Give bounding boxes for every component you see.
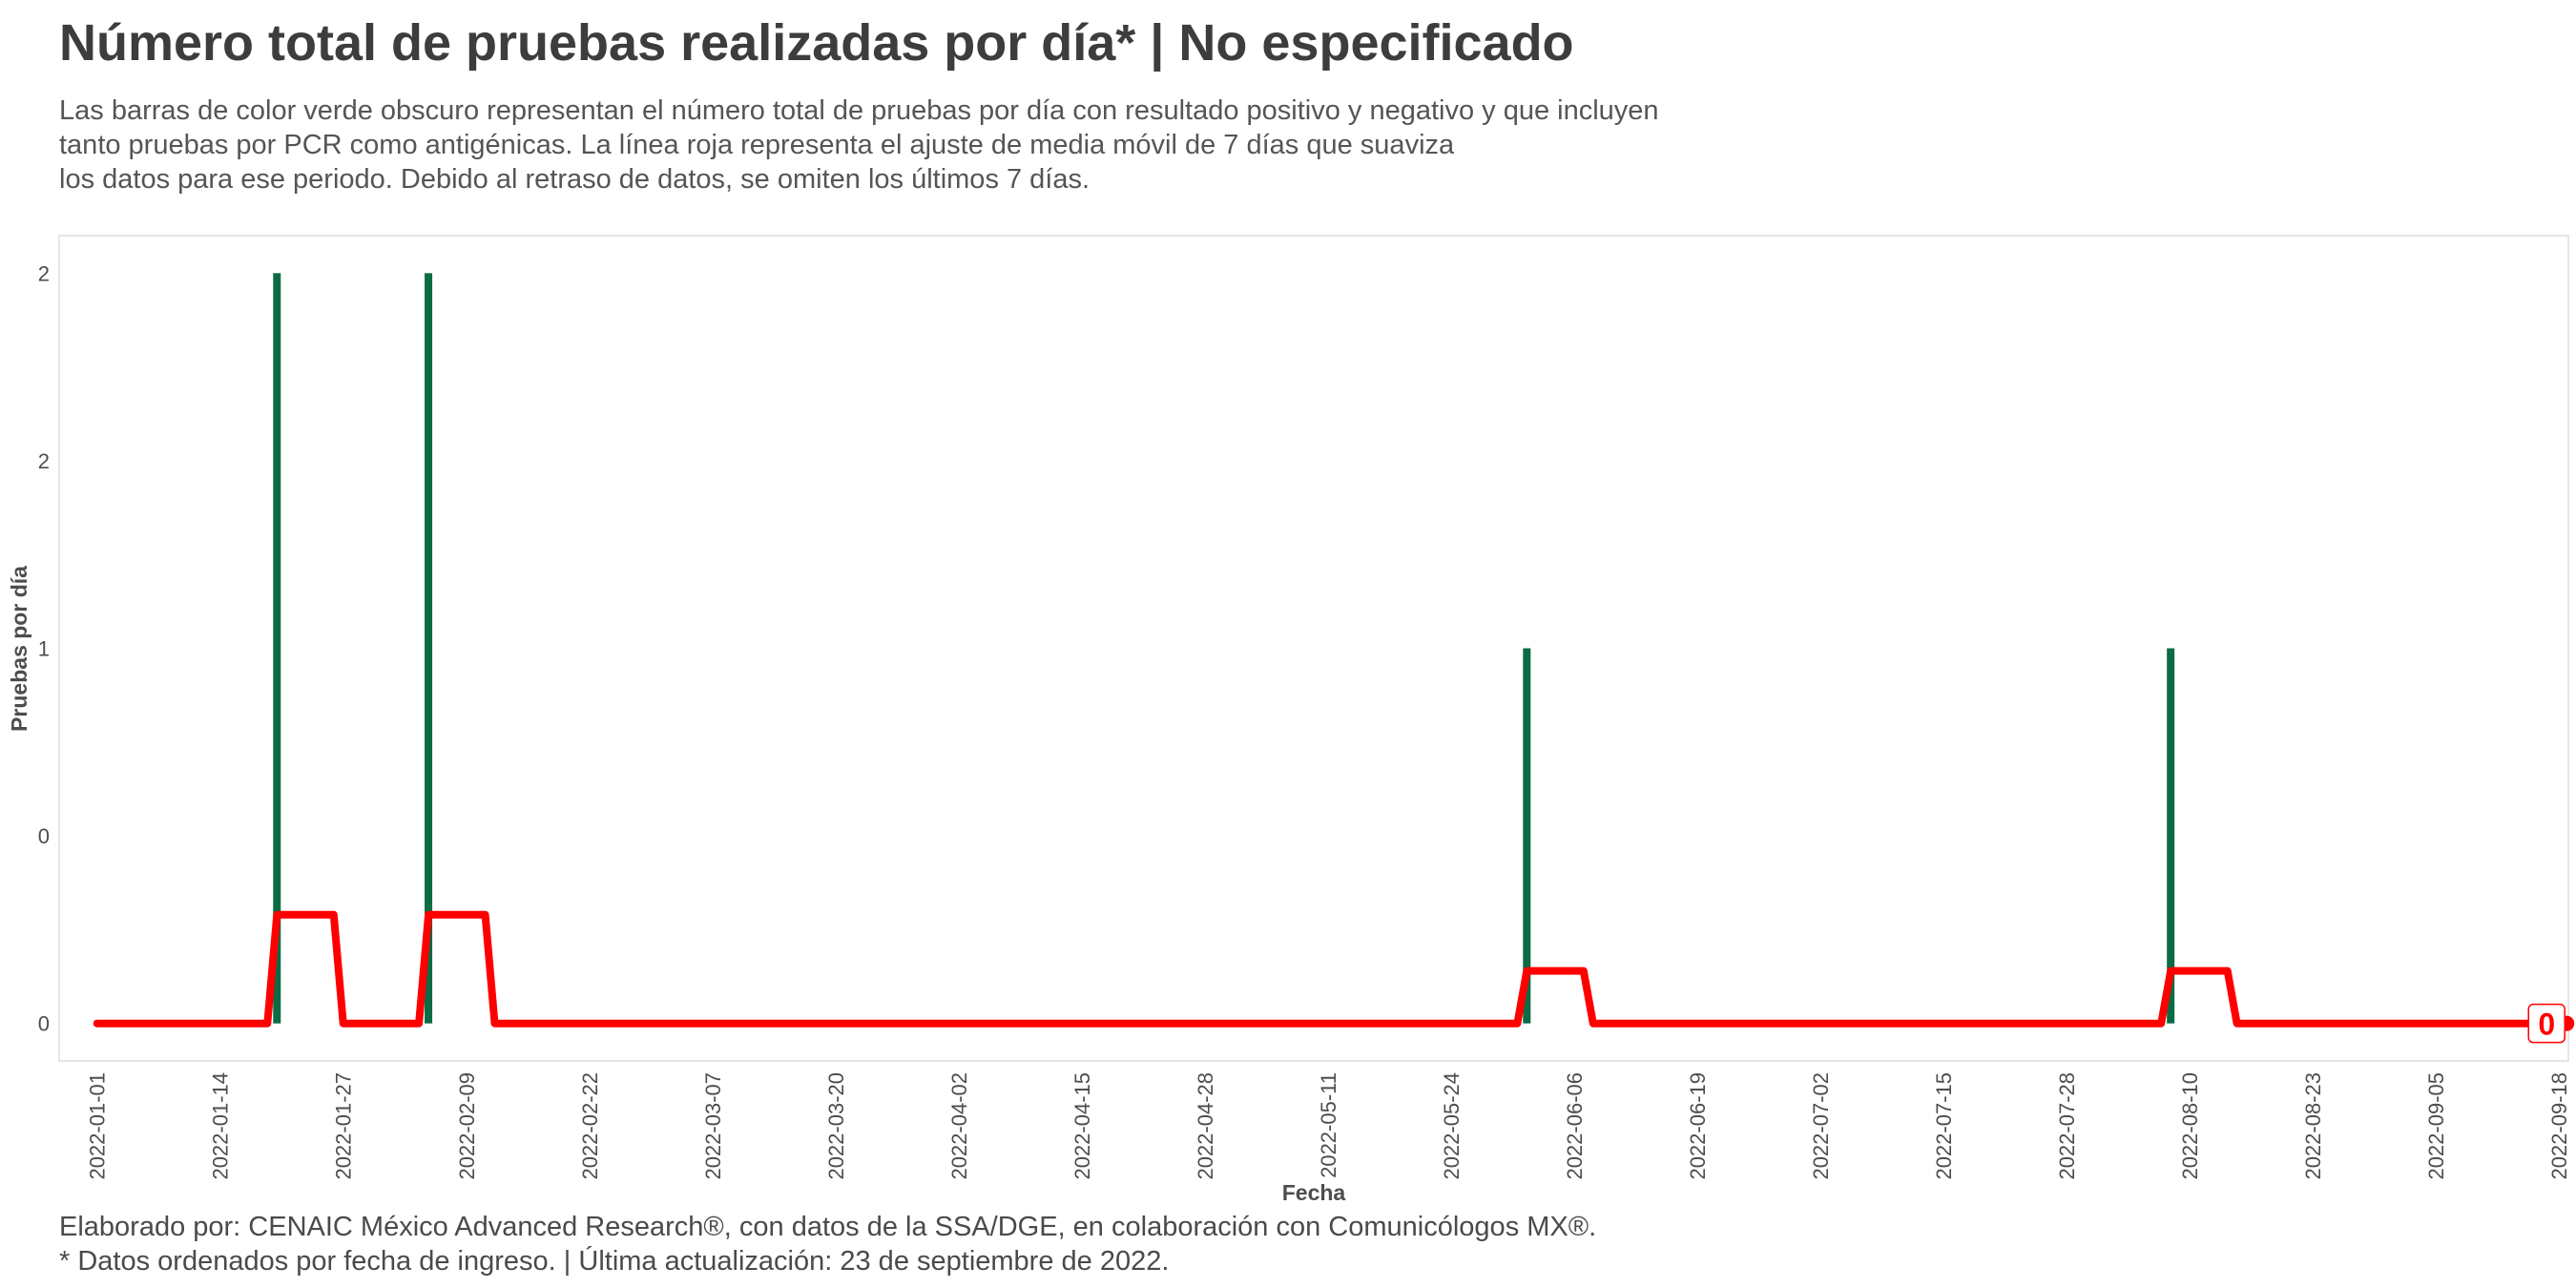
x-tick-label: 2022-01-27 (332, 1072, 356, 1180)
y-tick-label: 0 (38, 1012, 50, 1036)
end-label: 0 (2538, 1008, 2555, 1042)
x-tick-label: 2022-05-24 (1440, 1072, 1464, 1180)
x-tick-label: 2022-08-10 (2178, 1072, 2202, 1180)
x-tick-label: 2022-05-11 (1317, 1072, 1340, 1178)
x-tick-label: 2022-06-06 (1563, 1072, 1587, 1180)
x-tick-label: 2022-02-22 (578, 1072, 602, 1180)
x-tick-label: 2022-09-18 (2547, 1072, 2571, 1180)
y-axis-title: Pruebas por día (7, 566, 31, 732)
x-tick-label: 2022-04-15 (1070, 1072, 1094, 1180)
x-tick-label: 2022-03-07 (701, 1072, 725, 1180)
chart: 0 00122 2022-01-01 2022-01-14 2022-01-27 20… (7, 235, 2575, 1205)
x-tick-label: 2022-07-28 (2055, 1072, 2079, 1180)
x-tick-label: 2022-02-09 (455, 1072, 479, 1180)
x-tick-label: 2022-09-05 (2424, 1072, 2448, 1180)
x-axis-title: Fecha (1282, 1180, 1346, 1205)
plot-panel (58, 235, 2569, 1062)
x-tick-label: 2022-01-01 (86, 1072, 110, 1180)
bars-layer (273, 273, 2175, 1024)
x-tick-label: 2022-04-28 (1194, 1072, 1217, 1180)
x-tick-label: 2022-04-02 (947, 1072, 971, 1180)
x-tick-label: 2022-06-19 (1686, 1072, 1710, 1180)
x-tick-label: 2022-01-14 (209, 1072, 233, 1180)
chart-caption: Elaborado por: CENAIC México Advanced Re… (59, 1212, 1597, 1277)
y-tick-label: 1 (38, 637, 50, 661)
x-axis: 2022-01-01 2022-01-14 2022-01-27 2022-02-09… (86, 1072, 2571, 1180)
x-tick-label: 2022-08-23 (2301, 1072, 2325, 1180)
x-tick-label: 2022-07-02 (1809, 1072, 1833, 1180)
y-tick-label: 0 (38, 824, 50, 848)
y-tick-label: 2 (38, 449, 50, 473)
x-tick-label: 2022-03-20 (824, 1072, 848, 1180)
y-axis: 0 0 1 2 2 (38, 261, 50, 1035)
y-tick-label: 2 (38, 261, 50, 285)
x-tick-label: 2022-07-15 (1932, 1072, 1956, 1180)
